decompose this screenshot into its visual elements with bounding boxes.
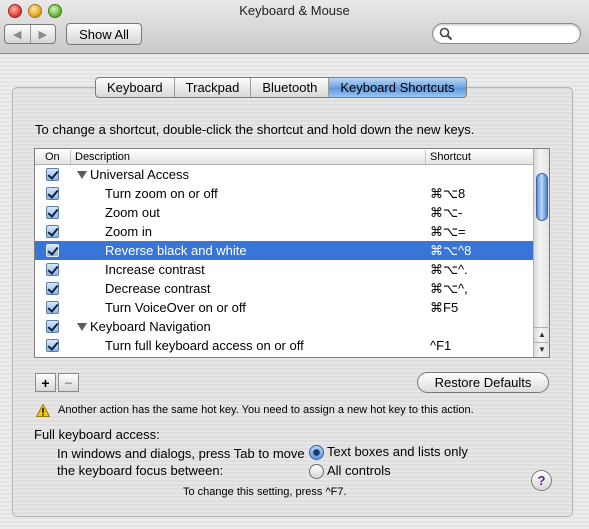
instructions-text: To change a shortcut, double-click the s… [35,122,475,137]
shortcut-description-text: Universal Access [90,167,189,182]
enabled-checkbox[interactable] [46,320,59,333]
enabled-checkbox[interactable] [46,225,59,238]
column-header-on[interactable]: On [45,150,60,164]
column-header-shortcut[interactable]: Shortcut [425,150,471,164]
table-row[interactable]: Turn VoiceOver on or off ⌘F5 [35,298,533,317]
search-field[interactable] [432,23,581,44]
shortcut-description: Universal Access [77,165,189,184]
table-row[interactable]: Increase contrast ⌘⌥^. [35,260,533,279]
vertical-scrollbar[interactable]: ▲ ▼ [533,149,550,357]
table-header: On Description Shortcut [35,149,533,165]
tab-keyboard-shortcuts[interactable]: Keyboard Shortcuts [328,78,466,97]
help-button[interactable]: ? [531,470,552,491]
back-forward-control: ◀ ▶ [4,24,56,44]
shortcut-description: Keyboard Navigation [77,317,211,336]
table-group-row[interactable]: Keyboard Navigation [35,317,533,336]
shortcut-keys[interactable]: ⌘⌥8 [430,184,465,203]
radio-label-all-controls[interactable]: All controls [327,463,391,478]
shortcut-description-text: Turn zoom on or off [105,186,218,201]
scroll-up-arrow-icon[interactable]: ▲ [534,327,550,341]
shortcut-description: Turn VoiceOver on or off [105,298,246,317]
title-toolbar: Keyboard & Mouse ◀ ▶ Show All [0,0,589,54]
tab-bar: Keyboard Trackpad Bluetooth Keyboard Sho… [95,77,467,98]
column-header-description[interactable]: Description [70,150,130,164]
enabled-checkbox[interactable] [46,187,59,200]
full-keyboard-access-description: In windows and dialogs, press Tab to mov… [57,446,305,478]
enabled-checkbox[interactable] [46,339,59,352]
shortcut-description: Decrease contrast [105,279,211,298]
enabled-checkbox[interactable] [46,206,59,219]
shortcuts-table: On Description Shortcut Universal Access… [34,148,550,358]
remove-shortcut-button[interactable]: − [58,373,79,392]
warning-text: Another action has the same hot key. You… [58,404,474,416]
disclosure-triangle-icon[interactable] [77,323,87,331]
enabled-checkbox[interactable] [46,282,59,295]
forward-arrow-icon[interactable]: ▶ [29,25,56,43]
table-row[interactable]: Zoom in ⌘⌥= [35,222,533,241]
warning-icon [36,404,50,417]
enabled-checkbox[interactable] [46,244,59,257]
shortcut-keys[interactable]: ⌘⌥^, [430,279,468,298]
add-shortcut-button[interactable]: + [35,373,56,392]
shortcut-keys[interactable]: ^F1 [430,336,451,355]
change-setting-note: To change this setting, press ^F7. [183,486,347,498]
restore-defaults-button[interactable]: Restore Defaults [417,372,549,393]
radio-label-text-boxes-only[interactable]: Text boxes and lists only [327,444,468,459]
tab-bluetooth[interactable]: Bluetooth [250,78,328,97]
shortcut-keys[interactable]: ⌘⌥= [430,222,466,241]
shortcut-description: Zoom out [105,203,160,222]
scrollbar-thumb[interactable] [536,173,548,221]
enabled-checkbox[interactable] [46,301,59,314]
shortcut-description-text: Increase contrast [105,262,205,277]
shortcut-description-text: Zoom in [105,224,152,239]
table-row[interactable]: Zoom out ⌘⌥- [35,203,533,222]
search-icon [439,27,453,41]
shortcut-description: Zoom in [105,222,152,241]
table-row[interactable]: Turn zoom on or off ⌘⌥8 [35,184,533,203]
shortcut-description-text: Turn full keyboard access on or off [105,338,304,353]
back-arrow-icon[interactable]: ◀ [5,25,30,43]
shortcut-description-text: Zoom out [105,205,160,220]
shortcut-keys[interactable]: ⌘F5 [430,298,458,317]
preferences-window: Keyboard & Mouse ◀ ▶ Show All Keyboard T… [0,0,589,529]
tab-trackpad[interactable]: Trackpad [173,78,251,97]
shortcut-keys[interactable]: ⌘⌥^. [430,260,468,279]
radio-all-controls[interactable] [309,464,324,479]
full-keyboard-access-label: Full keyboard access: [34,427,160,442]
tab-keyboard[interactable]: Keyboard [96,78,174,97]
enabled-checkbox[interactable] [46,168,59,181]
shortcut-description-text: Turn VoiceOver on or off [105,300,246,315]
table-group-row[interactable]: Universal Access [35,165,533,184]
shortcut-keys[interactable]: ⌘⌥^8 [430,241,471,260]
radio-text-boxes-only[interactable] [309,445,324,460]
shortcut-description-text: Keyboard Navigation [90,319,211,334]
shortcut-description: Turn full keyboard access on or off [105,336,304,355]
table-row[interactable]: Decrease contrast ⌘⌥^, [35,279,533,298]
show-all-button[interactable]: Show All [66,23,142,45]
table-row[interactable]: Reverse black and white ⌘⌥^8 [35,241,533,260]
shortcut-description-text: Decrease contrast [105,281,211,296]
enabled-checkbox[interactable] [46,263,59,276]
disclosure-triangle-icon[interactable] [77,171,87,179]
shortcut-keys[interactable]: ⌘⌥- [430,203,462,222]
shortcut-description: Increase contrast [105,260,205,279]
window-title: Keyboard & Mouse [239,3,350,18]
table-row[interactable]: Turn full keyboard access on or off ^F1 [35,336,533,355]
shortcut-description-text: Reverse black and white [105,243,247,258]
table-body: Universal Access Turn zoom on or off ⌘⌥8 Zo… [35,165,533,359]
shortcut-description: Turn zoom on or off [105,184,218,203]
scroll-down-arrow-icon[interactable]: ▼ [534,342,550,356]
shortcut-description: Reverse black and white [105,241,247,260]
